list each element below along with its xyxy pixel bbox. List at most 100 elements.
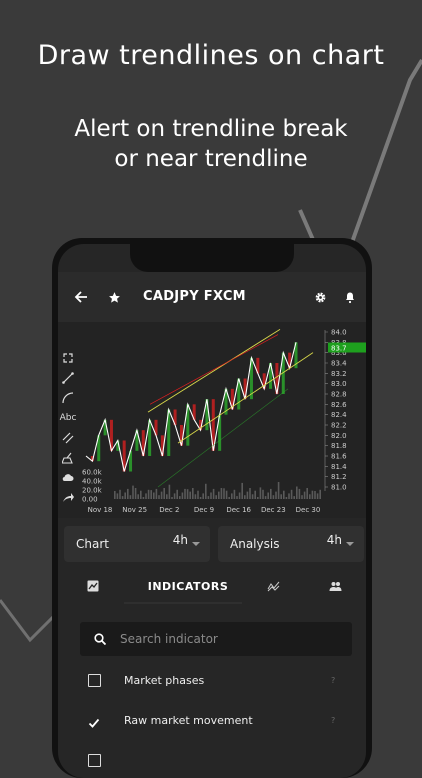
volume-bar: [212, 488, 215, 499]
volume-bar: [132, 485, 134, 499]
list-item[interactable]: Raw market movement ?: [58, 701, 366, 741]
settings-button[interactable]: [306, 272, 334, 322]
list-item[interactable]: [58, 741, 366, 778]
volume-bar: [202, 493, 204, 499]
volume-bar: [228, 497, 230, 499]
list-item[interactable]: Market phases ?: [58, 661, 366, 701]
date-tick-label: Nov 25: [122, 506, 147, 514]
volume-bar: [259, 487, 262, 499]
checkbox[interactable]: [88, 674, 101, 687]
volume-bar: [194, 494, 197, 499]
volume-bar: [127, 488, 129, 499]
price-tick-label: 82.4: [331, 411, 347, 419]
search-indicator-input[interactable]: Search indicator: [80, 622, 352, 656]
phone-frame: CADJPY FXCM Abc 84.0 83.6 83.4 83.2 83.0…: [52, 238, 372, 778]
volume-bar: [264, 496, 267, 499]
volume-bar: [254, 490, 256, 499]
volume-bar: [129, 495, 132, 499]
price-tick-label: 81.0: [331, 484, 347, 492]
volume-bar: [309, 494, 311, 499]
indicator-label: Market phases: [124, 674, 205, 687]
volume-bar: [223, 488, 225, 499]
alerts-button[interactable]: [336, 272, 364, 322]
volume-tick-label: 40.0k: [82, 478, 103, 486]
analysis-select-value: 4h: [326, 533, 342, 547]
price-tick-label: 83.2: [331, 370, 347, 378]
chart-timeframe-select[interactable]: Chart 4h: [64, 526, 210, 562]
volume-bar: [298, 488, 301, 499]
favorite-button[interactable]: [100, 272, 128, 322]
volume-bar: [246, 491, 249, 499]
volume-bar: [277, 482, 280, 499]
volume-bar: [236, 496, 238, 499]
price-tick-label: 82.8: [331, 391, 347, 399]
arrow-left-icon: [74, 291, 87, 303]
volume-bar: [166, 494, 168, 499]
price-tick-label: 82.6: [331, 401, 347, 409]
star-icon: [108, 291, 120, 303]
volume-tick-label: 60.0k: [82, 469, 103, 477]
wave-chart-icon: [267, 581, 279, 592]
checkbox[interactable]: [88, 754, 101, 767]
volume-bar: [220, 488, 223, 499]
search-placeholder: Search indicator: [120, 632, 218, 646]
price-chart[interactable]: Abc 84.083.883.683.483.283.082.882.682.4…: [58, 322, 366, 518]
volume-bar: [145, 493, 147, 499]
checkmark-icon: [88, 718, 100, 728]
volume-bar: [303, 491, 306, 499]
volume-bar: [114, 491, 116, 499]
price-tick-label: 81.2: [331, 473, 347, 481]
volume-bar: [267, 492, 269, 499]
volume-bar: [244, 495, 246, 499]
back-button[interactable]: [66, 272, 96, 322]
trendline-support: [157, 388, 289, 488]
volume-bar: [241, 482, 243, 499]
volume-bar: [270, 488, 272, 499]
help-icon[interactable]: ?: [331, 661, 335, 701]
analysis-select-label: Analysis: [230, 537, 280, 551]
tab-active-underline: [124, 602, 242, 604]
volume-bar: [319, 489, 321, 499]
caret-down-icon: [346, 542, 354, 546]
tab-patterns[interactable]: [258, 566, 288, 606]
tab-community[interactable]: [320, 566, 350, 606]
bell-icon: [346, 292, 354, 303]
volume-bar: [171, 497, 173, 499]
date-tick-label: Dec 9: [194, 506, 214, 514]
checkbox[interactable]: [88, 714, 100, 728]
volume-bar: [288, 493, 290, 499]
volume-bar: [316, 493, 319, 499]
volume-bar: [225, 490, 228, 499]
volume-bar: [134, 488, 137, 499]
volume-bar: [158, 495, 160, 499]
volume-bar: [205, 483, 207, 499]
trendline-lower: [177, 352, 314, 444]
date-tick-label: Dec 30: [296, 506, 321, 514]
tab-chart-view[interactable]: [78, 566, 108, 606]
volume-bar: [296, 486, 298, 499]
phone-screen: CADJPY FXCM Abc 84.0 83.6 83.4 83.2 83.0…: [58, 244, 366, 778]
gear-icon: [315, 292, 325, 302]
volume-bar: [137, 494, 139, 499]
volume-bar: [249, 488, 251, 499]
chart-select-value: 4h: [172, 533, 188, 547]
price-tick-label: 81.8: [331, 442, 347, 450]
date-tick-label: Dec 23: [261, 506, 286, 514]
chart-canvas: 84.083.883.683.483.283.082.882.682.482.2…: [82, 329, 366, 514]
analysis-timeframe-select[interactable]: Analysis 4h: [218, 526, 364, 562]
volume-bar: [280, 494, 282, 499]
volume-bar: [140, 490, 142, 499]
help-icon[interactable]: ?: [331, 701, 335, 741]
price-tick-label: 83.0: [331, 380, 347, 388]
volume-bar: [186, 489, 189, 499]
volume-bar: [207, 496, 210, 499]
volume-bar: [147, 489, 150, 499]
price-tick-label: 83.4: [331, 360, 347, 368]
volume-bar: [306, 488, 308, 499]
volume-bar: [311, 490, 314, 499]
volume-bar: [119, 489, 121, 499]
volume-bar: [290, 489, 293, 499]
volume-tick-label: 20.0k: [82, 487, 103, 495]
volume-bar: [197, 490, 199, 499]
tab-indicators[interactable]: INDICATORS: [138, 566, 238, 606]
